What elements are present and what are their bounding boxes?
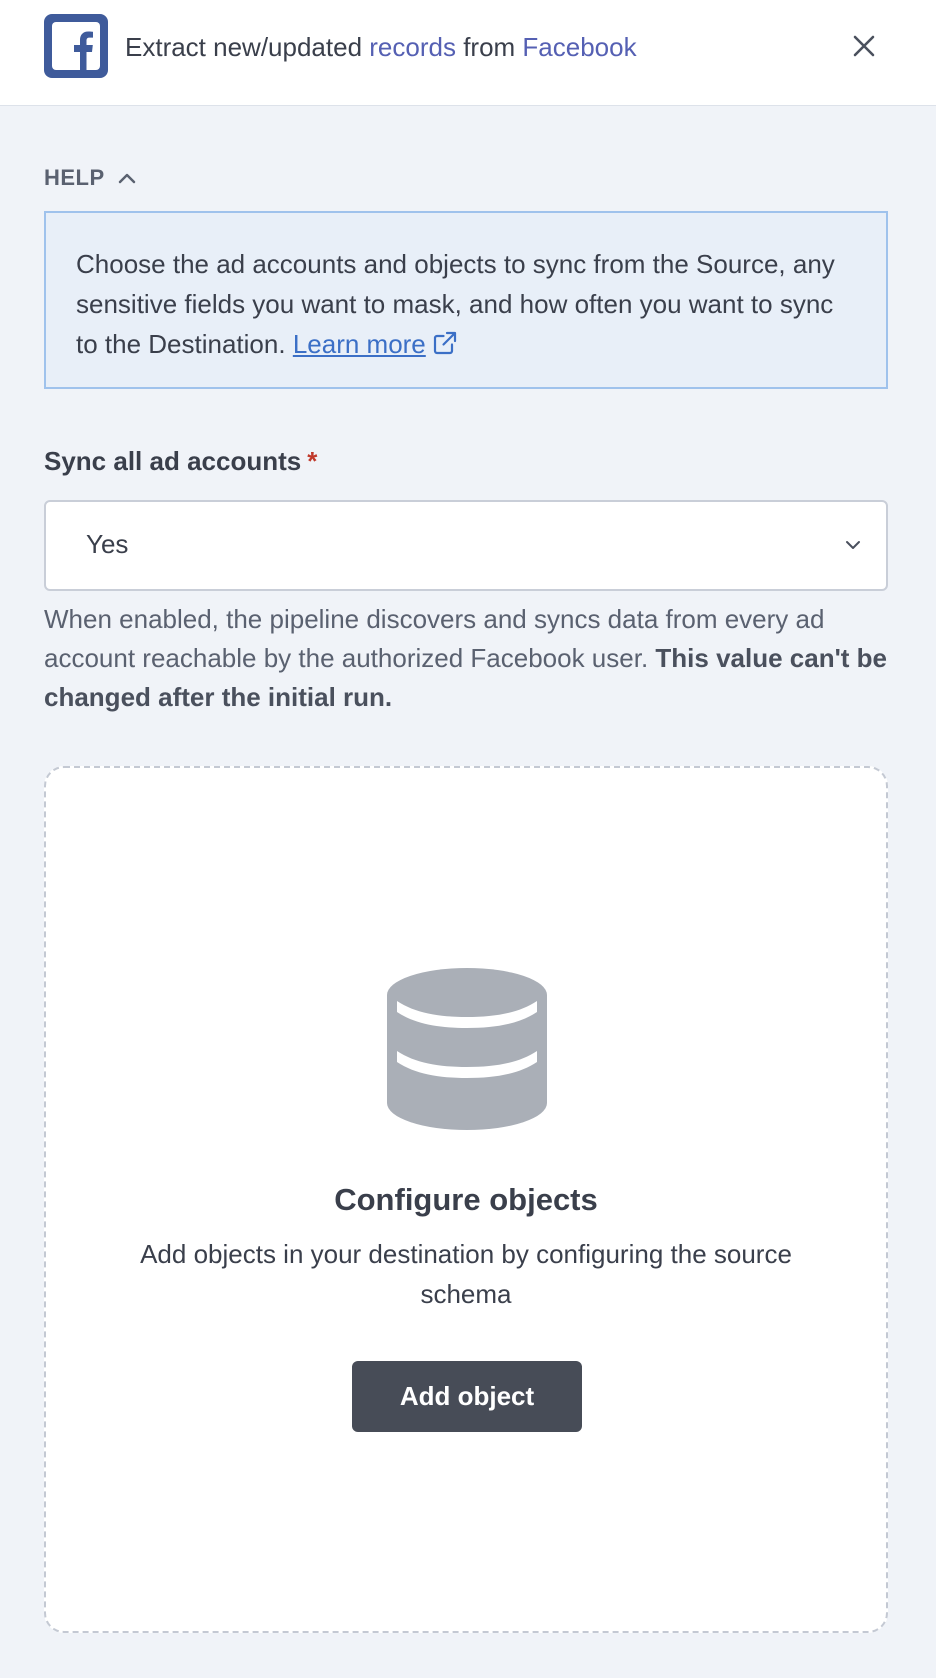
sync-all-ad-accounts-select[interactable]: Yes bbox=[44, 500, 888, 591]
database-icon bbox=[387, 968, 547, 1130]
help-label: HELP bbox=[44, 165, 105, 190]
page-title: Extract new/updated records from Faceboo… bbox=[125, 30, 637, 64]
title-entity-link[interactable]: records bbox=[369, 32, 456, 62]
title-middle: from bbox=[455, 32, 523, 62]
sync-field-description: When enabled, the pipeline discovers and… bbox=[44, 600, 894, 717]
configure-objects-panel: Configure objects Add objects in your de… bbox=[44, 766, 888, 1633]
title-source-link[interactable]: Facebook bbox=[522, 32, 636, 62]
chevron-down-icon bbox=[846, 541, 860, 549]
select-value: Yes bbox=[86, 529, 129, 559]
field-label-text: Sync all ad accounts bbox=[44, 446, 302, 476]
required-marker: * bbox=[307, 446, 318, 476]
close-button[interactable] bbox=[846, 28, 882, 64]
help-box: Choose the ad accounts and objects to sy… bbox=[44, 211, 888, 389]
configure-objects-description: Add objects in your destination by confi… bbox=[140, 1239, 792, 1309]
add-object-button[interactable]: Add object bbox=[352, 1361, 582, 1432]
sync-all-ad-accounts-label: Sync all ad accounts * bbox=[44, 446, 317, 477]
external-link-icon[interactable] bbox=[432, 330, 458, 356]
header-bar: Extract new/updated records from Faceboo… bbox=[0, 0, 936, 106]
configure-objects-title: Configure objects bbox=[334, 1182, 598, 1217]
facebook-logo-icon bbox=[44, 14, 108, 78]
title-prefix: Extract new/updated bbox=[125, 32, 370, 62]
close-icon bbox=[853, 35, 875, 57]
learn-more-link[interactable]: Learn more bbox=[293, 329, 426, 359]
help-toggle[interactable]: HELP bbox=[44, 163, 137, 193]
chevron-up-icon bbox=[118, 173, 135, 184]
